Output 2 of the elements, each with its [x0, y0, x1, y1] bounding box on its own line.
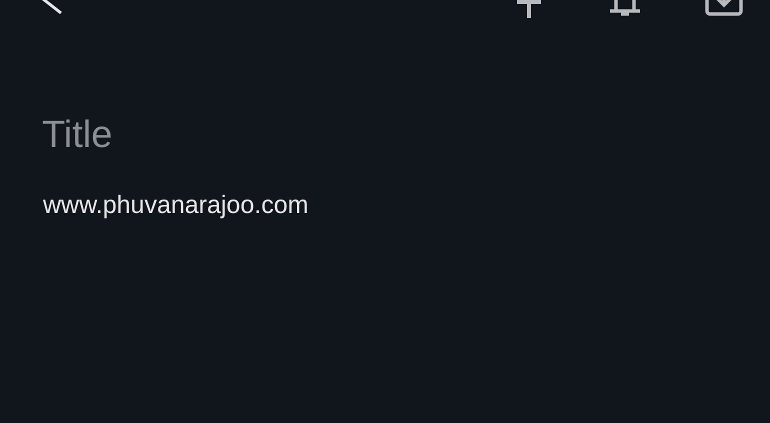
title-field[interactable]: Title	[42, 114, 442, 157]
note-body-text: www.phuvanarajoo.com	[43, 191, 308, 220]
